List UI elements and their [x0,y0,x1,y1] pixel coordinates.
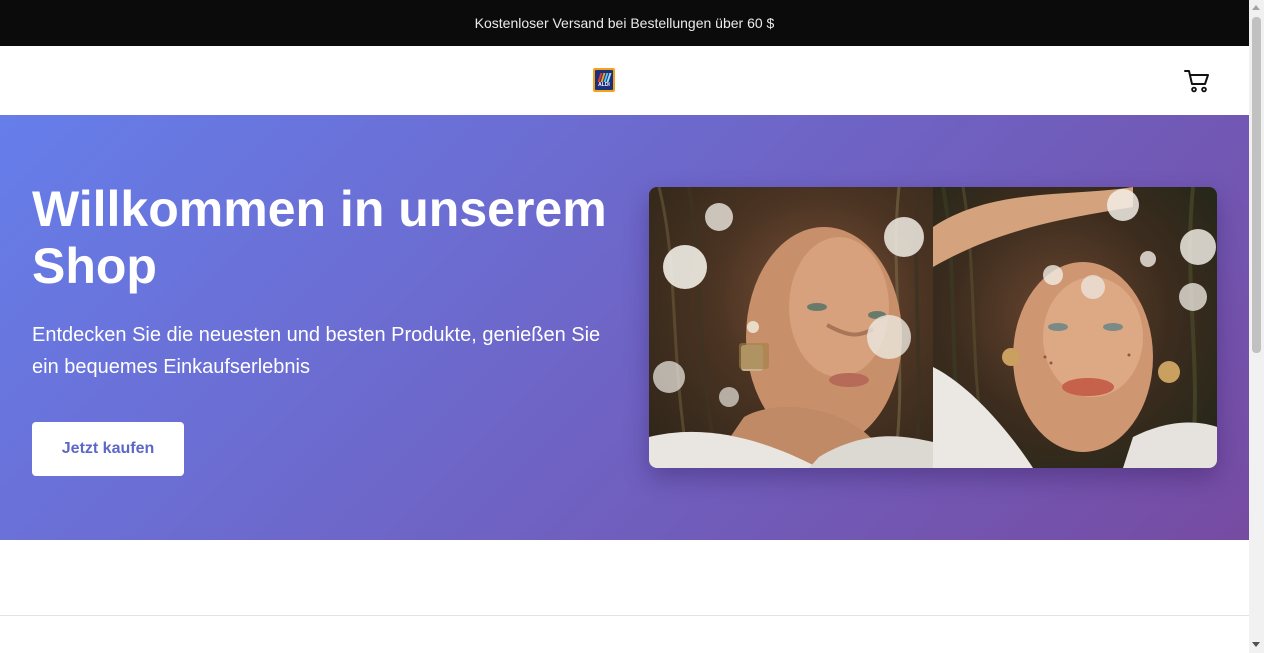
page: Kostenloser Versand bei Bestellungen übe… [0,0,1249,653]
section-divider [0,615,1249,616]
content-section [0,540,1249,653]
logo-mark: ALDI [595,70,613,90]
page-scrollbar[interactable] [1249,0,1264,653]
hero-photo-right [933,187,1217,468]
hero-banner: Willkommen in unserem Shop Entdecken Sie… [0,115,1249,540]
scroll-up-arrow-icon[interactable] [1252,5,1260,10]
hero-subtitle: Entdecken Sie die neuesten und besten Pr… [32,324,601,378]
cart-icon[interactable] [1183,68,1211,94]
hero-title: Willkommen in unserem Shop [32,181,607,294]
site-header: ALDI [0,46,1249,115]
hero-photo-left [649,187,933,468]
logo-text: ALDI [598,82,610,88]
aldi-logo[interactable]: ALDI [593,68,615,92]
shop-now-button[interactable]: Jetzt kaufen [32,422,184,476]
announcement-bar: Kostenloser Versand bei Bestellungen übe… [0,0,1249,46]
scrollbar-thumb[interactable] [1252,17,1261,353]
hero-image [649,187,1217,468]
announcement-text: Kostenloser Versand bei Bestellungen übe… [474,15,775,31]
scroll-down-arrow-icon[interactable] [1252,642,1260,647]
